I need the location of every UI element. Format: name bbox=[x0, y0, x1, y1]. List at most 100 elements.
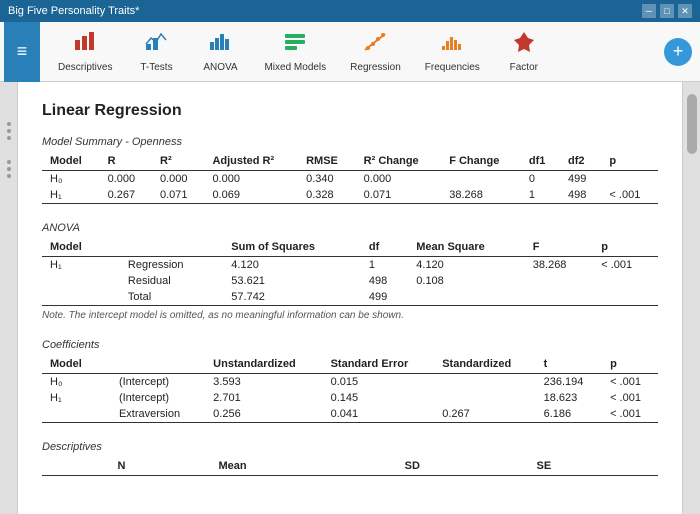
coeff-col-model: Model bbox=[42, 355, 99, 374]
anova-r0-df: 1 bbox=[361, 257, 408, 274]
ms-r1-adj: 0.069 bbox=[204, 187, 298, 204]
coeff-r1-t: 18.623 bbox=[536, 390, 602, 406]
desc-col-sd: SD bbox=[397, 457, 529, 476]
ms-r0-df1: 0 bbox=[521, 171, 560, 188]
right-panel bbox=[682, 82, 700, 514]
coeff-r2-p: < .001 bbox=[602, 406, 658, 423]
table-row: H₀ (Intercept) 3.593 0.015 236.194 < .00… bbox=[42, 374, 658, 391]
coeff-r0-std bbox=[434, 374, 535, 391]
table-row: H₀ 0.000 0.000 0.000 0.340 0.000 0 499 bbox=[42, 171, 658, 188]
coeff-r1-se: 0.145 bbox=[323, 390, 435, 406]
anova-r0-model: H₁ bbox=[42, 257, 108, 274]
descriptives-table: N Mean SD SE bbox=[42, 457, 658, 476]
ms-col-r2: R² bbox=[152, 152, 204, 171]
coeff-r1-unstd: 2.701 bbox=[205, 390, 322, 406]
toolbar-anova[interactable]: ANOVA bbox=[190, 26, 250, 77]
ms-r0-model: H₀ bbox=[42, 171, 100, 188]
content-area[interactable]: Linear Regression Model Summary - Openne… bbox=[18, 82, 682, 514]
maximize-button[interactable]: □ bbox=[660, 4, 674, 18]
ms-r1-rmse: 0.328 bbox=[298, 187, 356, 204]
anova-r2-f bbox=[525, 289, 593, 306]
anova-col-f: F bbox=[525, 238, 593, 257]
table-row: H₁ Regression 4.120 1 4.120 38.268 < .00… bbox=[42, 257, 658, 274]
anova-r1-type: Residual bbox=[108, 273, 223, 289]
model-summary-section: Model Summary - Openness Model R R² Adju… bbox=[42, 136, 658, 204]
table-row: H₁ 0.267 0.071 0.069 0.328 0.071 38.268 … bbox=[42, 187, 658, 204]
desc-col-se: SE bbox=[529, 457, 658, 476]
descriptives-section: Descriptives N Mean SD SE bbox=[42, 441, 658, 476]
page-title: Linear Regression bbox=[42, 102, 658, 120]
anova-r1-model bbox=[42, 273, 108, 289]
ms-r1-df1: 1 bbox=[521, 187, 560, 204]
anova-col-df: df bbox=[361, 238, 408, 257]
descriptives-icon bbox=[73, 30, 97, 60]
t-tests-icon bbox=[144, 30, 168, 60]
toolbar-mixed-models[interactable]: Mixed Models bbox=[254, 26, 336, 77]
hamburger-menu[interactable]: ≡ bbox=[4, 22, 40, 82]
frequencies-label: Frequencies bbox=[425, 62, 480, 73]
model-summary-table: Model R R² Adjusted R² RMSE R² Change F … bbox=[42, 152, 658, 204]
coeff-r2-unstd: 0.256 bbox=[205, 406, 322, 423]
toolbar: ≡ Descriptives T-Tests bbox=[0, 22, 700, 82]
anova-r1-df: 498 bbox=[361, 273, 408, 289]
coeff-r0-p: < .001 bbox=[602, 374, 658, 391]
coeff-r2-t: 6.186 bbox=[536, 406, 602, 423]
left-panel-dots bbox=[7, 122, 11, 140]
table-row: Extraversion 0.256 0.041 0.267 6.186 < .… bbox=[42, 406, 658, 423]
ms-col-model: Model bbox=[42, 152, 100, 171]
ms-r1-fc: 38.268 bbox=[441, 187, 521, 204]
minimize-button[interactable]: ─ bbox=[642, 4, 656, 18]
anova-table: Model Sum of Squares df Mean Square F p … bbox=[42, 238, 658, 306]
anova-r0-ms: 4.120 bbox=[408, 257, 525, 274]
t-tests-label: T-Tests bbox=[140, 62, 172, 73]
anova-r1-ms: 0.108 bbox=[408, 273, 525, 289]
ms-col-df1: df1 bbox=[521, 152, 560, 171]
desc-col-mean: Mean bbox=[211, 457, 397, 476]
main-layout: Linear Regression Model Summary - Openne… bbox=[0, 82, 700, 514]
anova-r1-ss: 53.621 bbox=[223, 273, 361, 289]
coeff-col-t: t bbox=[536, 355, 602, 374]
anova-label: ANOVA bbox=[203, 62, 237, 73]
ms-col-adj-r2: Adjusted R² bbox=[204, 152, 298, 171]
toolbar-frequencies[interactable]: Frequencies bbox=[415, 26, 490, 77]
ms-col-rmse: RMSE bbox=[298, 152, 356, 171]
anova-r2-ss: 57.742 bbox=[223, 289, 361, 306]
regression-icon bbox=[363, 30, 387, 60]
window-controls: ─ □ ✕ bbox=[642, 4, 692, 18]
ms-r0-r: 0.000 bbox=[100, 171, 152, 188]
toolbar-regression[interactable]: Regression bbox=[340, 26, 411, 77]
add-analysis-button[interactable]: + bbox=[664, 38, 692, 66]
anova-col-ms: Mean Square bbox=[408, 238, 525, 257]
frequencies-icon bbox=[440, 30, 464, 60]
scrollbar-thumb[interactable] bbox=[687, 94, 697, 154]
hamburger-icon: ≡ bbox=[17, 41, 28, 62]
factor-icon bbox=[512, 30, 536, 60]
anova-r0-type: Regression bbox=[108, 257, 223, 274]
anova-r0-ss: 4.120 bbox=[223, 257, 361, 274]
anova-r2-type: Total bbox=[108, 289, 223, 306]
table-row: Residual 53.621 498 0.108 bbox=[42, 273, 658, 289]
anova-section: ANOVA Model Sum of Squares df Mean Squar… bbox=[42, 222, 658, 321]
toolbar-t-tests[interactable]: T-Tests bbox=[126, 26, 186, 77]
ms-col-r2-change: R² Change bbox=[356, 152, 442, 171]
ms-r1-df2: 498 bbox=[560, 187, 601, 204]
table-row: H₁ (Intercept) 2.701 0.145 18.623 < .001 bbox=[42, 390, 658, 406]
anova-col-blank bbox=[108, 238, 223, 257]
coeff-r0-model: H₀ bbox=[42, 374, 99, 391]
mixed-models-label: Mixed Models bbox=[264, 62, 326, 73]
anova-r0-f: 38.268 bbox=[525, 257, 593, 274]
descriptives-label: Descriptives bbox=[58, 62, 112, 73]
title-bar: Big Five Personality Traits* ─ □ ✕ bbox=[0, 0, 700, 22]
anova-r2-ms bbox=[408, 289, 525, 306]
factor-label: Factor bbox=[510, 62, 538, 73]
coeff-r0-t: 236.194 bbox=[536, 374, 602, 391]
toolbar-items: Descriptives T-Tests ANOV bbox=[40, 26, 664, 77]
toolbar-factor[interactable]: Factor bbox=[494, 26, 554, 77]
desc-title: Descriptives bbox=[42, 441, 658, 453]
app-title: Big Five Personality Traits* bbox=[8, 5, 139, 17]
ms-r0-fc bbox=[441, 171, 521, 188]
regression-label: Regression bbox=[350, 62, 401, 73]
anova-r2-model bbox=[42, 289, 108, 306]
close-button[interactable]: ✕ bbox=[678, 4, 692, 18]
toolbar-descriptives[interactable]: Descriptives bbox=[48, 26, 122, 77]
